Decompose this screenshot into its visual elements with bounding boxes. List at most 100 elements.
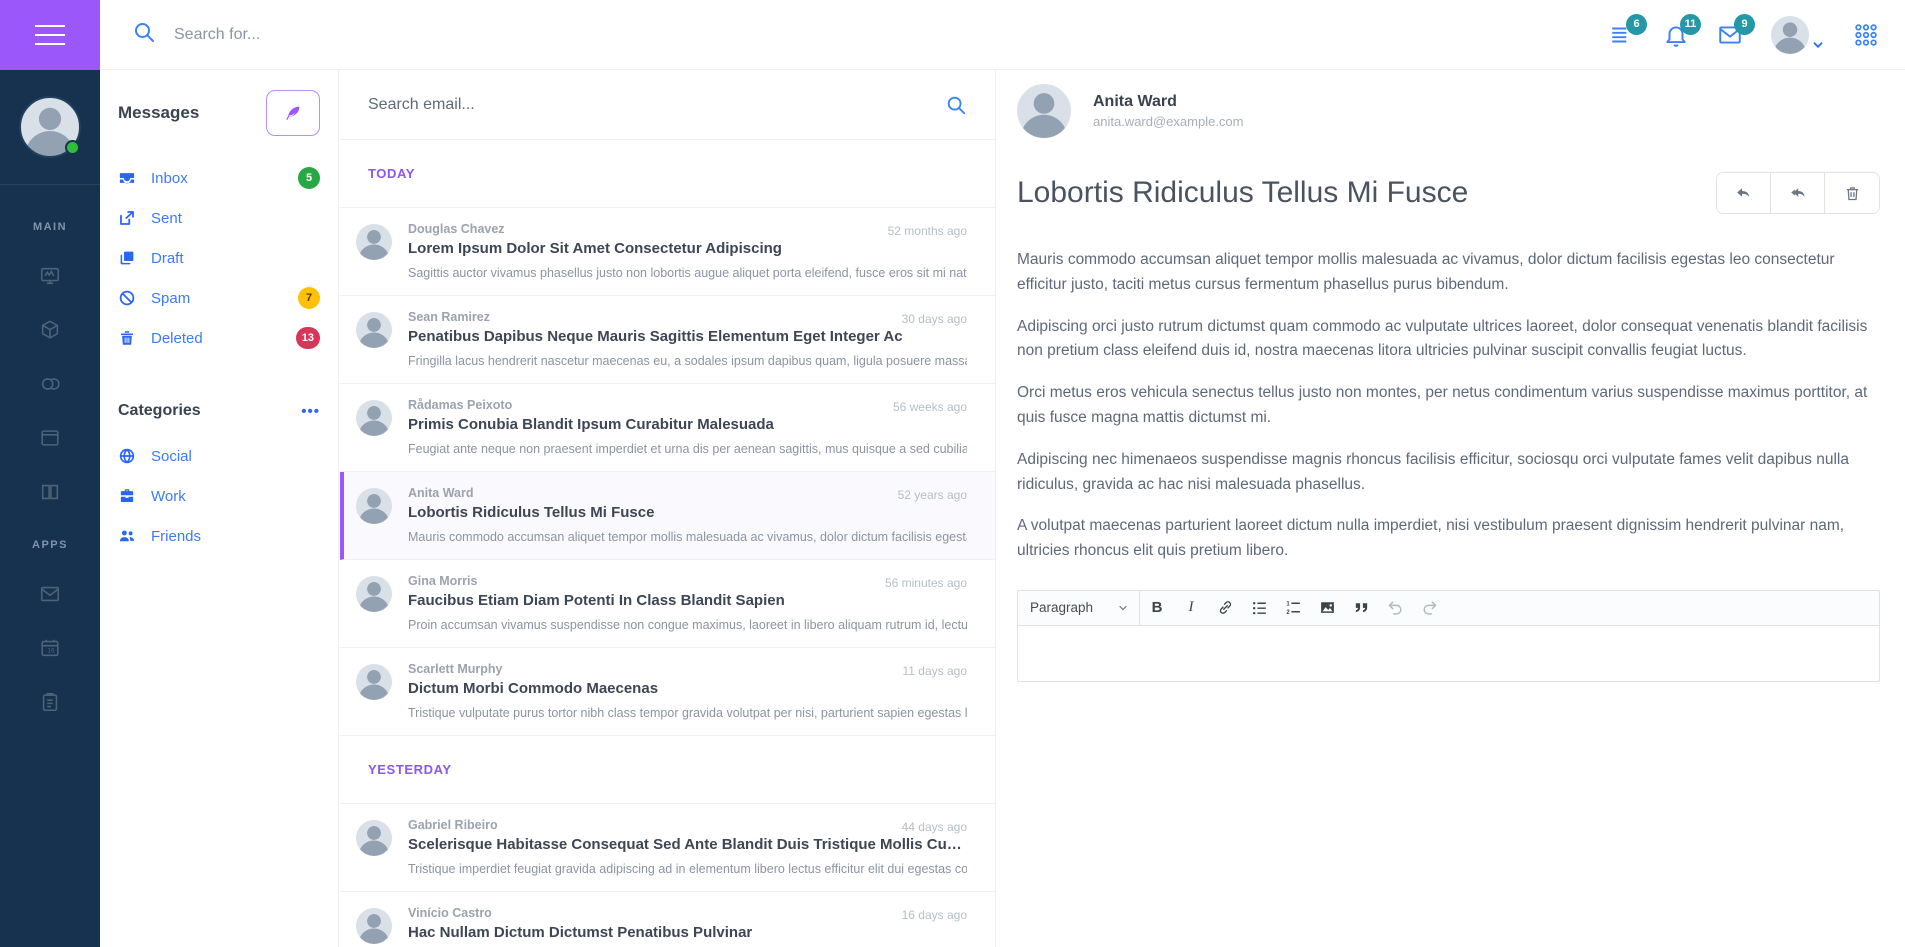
- sender-avatar: [356, 400, 392, 436]
- email-time: 56 minutes ago: [885, 576, 967, 590]
- dashboard-icon: [39, 265, 61, 287]
- email-list-item[interactable]: Gabriel Ribeiro Scelerisque Habitasse Co…: [340, 804, 995, 892]
- sidebar-toggle-button[interactable]: [0, 0, 100, 70]
- email-subject: Hac Nullam Dictum Dictumst Penatibus Pul…: [408, 924, 967, 941]
- sender-name: Gabriel Ribeiro: [408, 818, 967, 832]
- email-subject: Lobortis Ridiculus Tellus Mi Fusce: [408, 504, 967, 521]
- sender-name: Vinício Castro: [408, 906, 967, 920]
- svg-text:1: 1: [1286, 602, 1290, 608]
- link-button[interactable]: [1208, 591, 1242, 625]
- chevron-down-icon: [1117, 602, 1129, 614]
- sidebar-user-avatar[interactable]: [19, 96, 81, 158]
- sender-name: Sean Ramirez: [408, 310, 967, 324]
- sender-avatar: [356, 224, 392, 260]
- italic-button[interactable]: I: [1174, 591, 1208, 625]
- folder-spam[interactable]: Spam 7: [100, 278, 338, 318]
- email-subject: Faucibus Etiam Diam Potenti In Class Bla…: [408, 592, 967, 609]
- sidebar-item-mail[interactable]: [39, 583, 61, 605]
- email-list-item[interactable]: Vinício Castro Hac Nullam Dictum Dictums…: [340, 892, 995, 947]
- tasks-button[interactable]: 6: [1609, 22, 1635, 48]
- sidebar-item-calendar[interactable]: 16: [39, 637, 61, 659]
- reply-all-button[interactable]: [1771, 173, 1825, 213]
- email-list-panel: TODAY Douglas Chavez Lorem Ipsum Dolor S…: [340, 70, 996, 947]
- folder-sent[interactable]: Sent: [100, 198, 338, 238]
- detail-sender-name: Anita Ward: [1093, 93, 1243, 111]
- category-work[interactable]: Work: [100, 476, 338, 516]
- reply-editor-input[interactable]: [1017, 626, 1880, 682]
- notifications-button[interactable]: 11: [1663, 22, 1689, 48]
- reply-icon: [1735, 185, 1752, 202]
- undo-button[interactable]: [1378, 591, 1412, 625]
- undo-icon: [1387, 599, 1404, 616]
- svg-text:16: 16: [47, 648, 55, 655]
- mail-button[interactable]: 9: [1717, 22, 1743, 48]
- sender-name: Douglas Chavez: [408, 222, 967, 236]
- folder-label: Deleted: [151, 330, 281, 347]
- numbered-list-button[interactable]: 12: [1276, 591, 1310, 625]
- category-social[interactable]: Social: [100, 436, 338, 476]
- categories-more-icon[interactable]: •••: [301, 403, 320, 420]
- redo-button[interactable]: [1412, 591, 1446, 625]
- svg-text:2: 2: [1286, 610, 1290, 616]
- cube-icon: [39, 319, 61, 341]
- email-body: Mauris commodo accumsan aliquet tempor m…: [1017, 248, 1880, 564]
- paragraph-style-select[interactable]: Paragraph: [1018, 591, 1140, 625]
- online-status-dot: [65, 140, 80, 155]
- search-icon: [132, 20, 156, 49]
- email-time: 30 days ago: [902, 312, 967, 326]
- email-paragraph: Orci metus eros vehicula senectus tellus…: [1017, 381, 1880, 431]
- folder-deleted[interactable]: Deleted 13: [100, 318, 338, 358]
- deleted-count-badge: 13: [296, 327, 320, 349]
- email-paragraph: Adipiscing orci justo rutrum dictumst qu…: [1017, 315, 1880, 365]
- reply-button[interactable]: [1717, 173, 1771, 213]
- trash-icon: [1844, 185, 1861, 202]
- sidebar-item-windows[interactable]: [39, 427, 61, 449]
- category-friends[interactable]: Friends: [100, 516, 338, 556]
- blockquote-button[interactable]: [1344, 591, 1378, 625]
- globe-icon: [118, 447, 136, 465]
- bold-button[interactable]: B: [1140, 591, 1174, 625]
- email-list-item-selected[interactable]: Anita Ward Lobortis Ridiculus Tellus Mi …: [340, 472, 995, 560]
- folder-label: Sent: [151, 210, 320, 227]
- toggle-icon: [39, 373, 61, 395]
- delete-button[interactable]: [1825, 173, 1879, 213]
- calendar-icon: 16: [39, 637, 61, 659]
- folder-label: Inbox: [151, 170, 283, 187]
- category-label: Friends: [151, 528, 320, 545]
- email-list-item[interactable]: Sean Ramirez Penatibus Dapibus Neque Mau…: [340, 296, 995, 384]
- email-list-item[interactable]: Douglas Chavez Lorem Ipsum Dolor Sit Ame…: [340, 208, 995, 296]
- apps-grid-icon[interactable]: [1853, 22, 1879, 48]
- email-subject: Scelerisque Habitasse Consequat Sed Ante…: [408, 836, 967, 853]
- inbox-icon: [118, 169, 136, 187]
- editor-toolbar: Paragraph B I 12: [1017, 590, 1880, 626]
- email-list-item[interactable]: Rådamas Peixoto Primis Conubia Blandit I…: [340, 384, 995, 472]
- email-search-icon[interactable]: [945, 94, 967, 116]
- window-icon: [39, 427, 61, 449]
- email-paragraph: A volutpat maecenas parturient laoreet d…: [1017, 514, 1880, 564]
- folder-inbox[interactable]: Inbox 5: [100, 158, 338, 198]
- folder-draft[interactable]: Draft: [100, 238, 338, 278]
- sidebar-item-dashboard[interactable]: [39, 265, 61, 287]
- compose-button[interactable]: [266, 90, 320, 136]
- messages-panel: Messages Inbox 5 Sent Draft Spam 7 Delet…: [100, 70, 339, 947]
- email-subject: Penatibus Dapibus Neque Mauris Sagittis …: [408, 328, 967, 345]
- trash-icon: [118, 329, 136, 347]
- email-time: 56 weeks ago: [893, 400, 967, 414]
- email-paragraph: Adipiscing nec himenaeos suspendisse mag…: [1017, 448, 1880, 498]
- sidebar-item-docs[interactable]: [39, 481, 61, 503]
- bullet-list-button[interactable]: [1242, 591, 1276, 625]
- insert-image-button[interactable]: [1310, 591, 1344, 625]
- email-list-item[interactable]: Gina Morris Faucibus Etiam Diam Potenti …: [340, 560, 995, 648]
- sidebar-item-products[interactable]: [39, 319, 61, 341]
- global-search-input[interactable]: [174, 26, 594, 44]
- envelope-icon: [39, 583, 61, 605]
- sender-name: Scarlett Murphy: [408, 662, 967, 676]
- user-menu-button[interactable]: [1771, 16, 1825, 54]
- sidebar-item-notes[interactable]: [39, 691, 61, 713]
- email-subject: Dictum Morbi Commodo Maecenas: [408, 680, 967, 697]
- category-label: Work: [151, 488, 320, 505]
- email-search-input[interactable]: [368, 96, 933, 114]
- sidebar-item-components[interactable]: [39, 373, 61, 395]
- email-paragraph: Mauris commodo accumsan aliquet tempor m…: [1017, 248, 1880, 298]
- email-list-item[interactable]: Scarlett Murphy Dictum Morbi Commodo Mae…: [340, 648, 995, 736]
